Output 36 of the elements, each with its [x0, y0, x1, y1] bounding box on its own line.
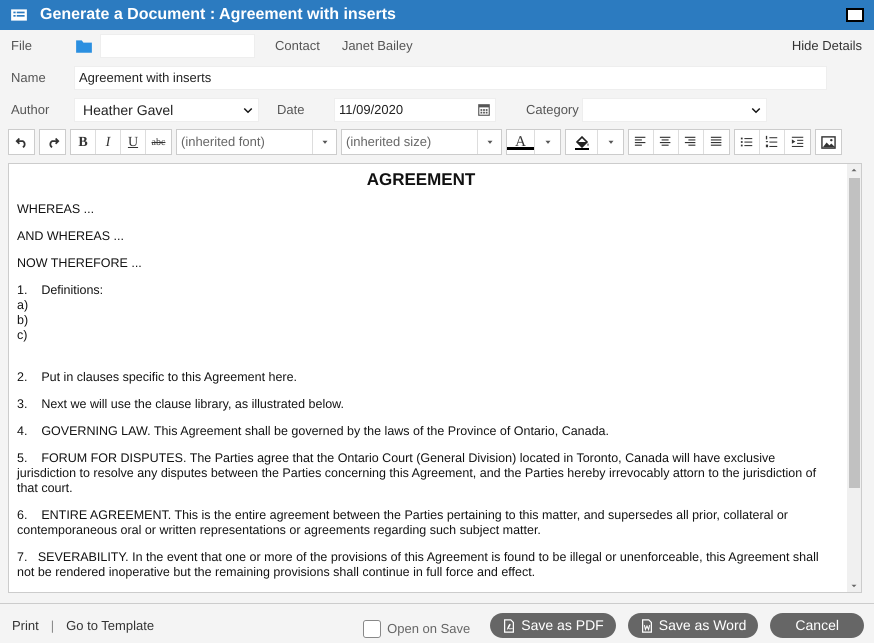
document-paragraph: AND WHEREAS ...: [17, 229, 125, 244]
save-word-button[interactable]: Save as Word: [628, 613, 758, 638]
contact-name: Janet Bailey: [342, 37, 413, 56]
size-select[interactable]: (inherited size): [341, 129, 502, 155]
document-paragraph: 3. Next we will use the clause library, as illustrated below.: [17, 397, 345, 412]
print-link[interactable]: Print: [12, 616, 39, 636]
field-label: Category: [526, 101, 580, 120]
document-paragraph: NOW THEREFORE ...: [17, 256, 143, 272]
field-label: Name: [11, 68, 47, 87]
window-title: Generate a Document : Agreement with inserts: [40, 5, 396, 25]
font-color-button[interactable]: A: [507, 130, 535, 154]
document-line: b): [17, 313, 28, 328]
document-paragraph: 2. Put in clauses specific to this Agreement here.: [17, 370, 298, 386]
document-line: 1. Definitions:: [17, 283, 104, 298]
document-paragraph: 7. SEVERABILITY. In the event that one or more of the provisions of this Agreement is found to be illegal or unenforceable, this Agreement shall not be rendered inoperative but the remaining provisions shall continue in full force and effect.: [17, 550, 820, 580]
document-paragraph: 4. GOVERNING LAW. This Agreement shall be governed by the laws of the Province of Ontario, Canada.: [17, 424, 610, 440]
name-field[interactable]: Agreement with inserts: [74, 66, 827, 90]
document-paragraph: 5. FORUM FOR DISPUTES. The Parties agree that the Ontario Court (General Division) located in Toronto, Canada will have exclusive jurisdiction to resolve any disputes between the Parties concerning this Agreement, and the Parties hereby irrevocably attorn to the jurisdiction of that court.: [17, 451, 818, 496]
hide-details-link[interactable]: Hide Details: [792, 36, 862, 56]
document-paragraph: 6. ENTIRE AGREEMENT. This is the entire agreement between the Parties pertaining to this matter, and supersedes all prior, collateral or contemporaneous oral or written representations or agreements regarding such subject matter.: [17, 508, 789, 538]
document-paragraph: WHEREAS ...: [17, 202, 96, 218]
checkbox-label: Open on Save: [387, 620, 470, 638]
field-label: File: [11, 37, 33, 56]
field-label: Contact: [275, 37, 320, 56]
save-pdf-button[interactable]: Save as PDF: [490, 613, 616, 638]
separator: |: [50, 616, 54, 635]
document-paragraph: c): [17, 328, 28, 344]
document-line: a): [17, 298, 28, 312]
cancel-button[interactable]: Cancel: [770, 613, 864, 638]
field-label: Author: [11, 101, 50, 120]
field-label: Date: [277, 101, 306, 120]
document-heading: AGREEMENT: [366, 170, 476, 190]
template-link[interactable]: Go to Template: [66, 616, 154, 636]
date-field[interactable]: 11/09/2020: [334, 98, 496, 122]
font-select[interactable]: (inherited font): [176, 129, 337, 155]
author-select[interactable]: Heather Gavel: [74, 98, 259, 122]
